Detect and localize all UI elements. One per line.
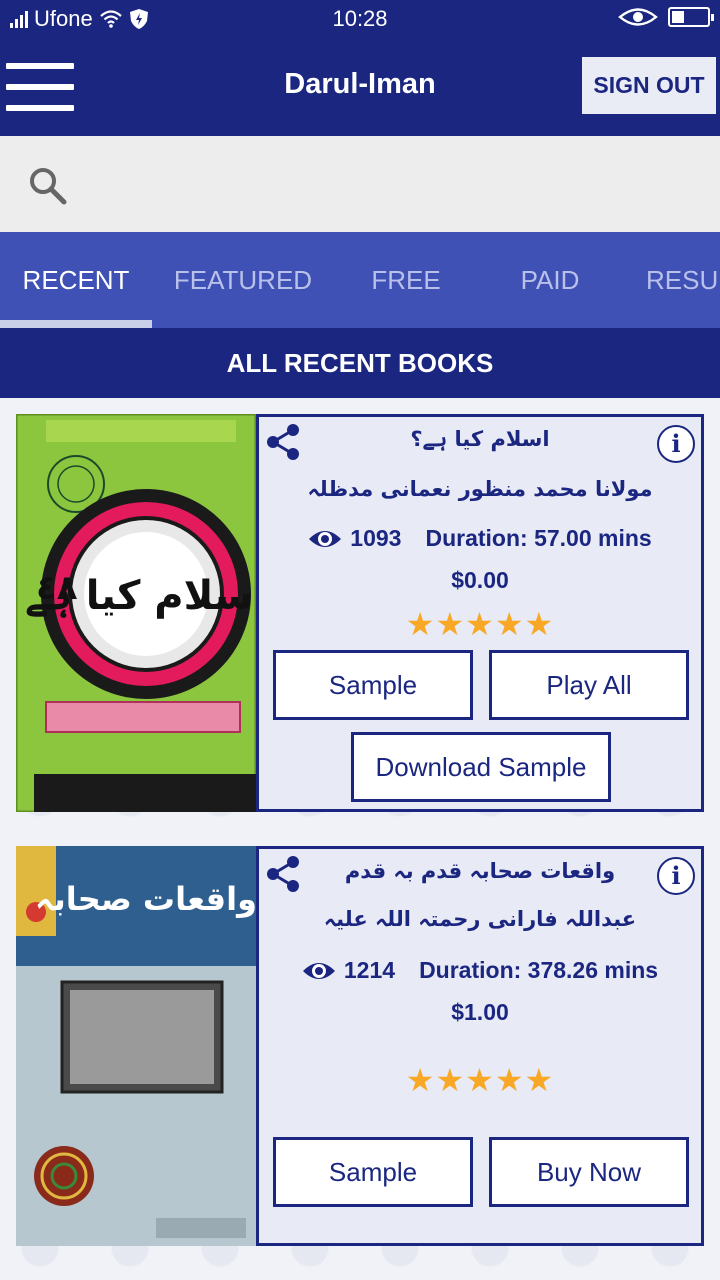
download-sample-button[interactable]: Download Sample <box>351 732 611 802</box>
tab-indicator <box>0 320 152 328</box>
sign-out-button[interactable]: SIGN OUT <box>582 57 716 114</box>
book-info: i واقعات صحابہ قدم بہ قدم عبداللہ فارانی… <box>256 846 704 1246</box>
tab-results[interactable]: RESULTS <box>622 232 720 328</box>
book-stats: 1093 Duration: 57.00 mins <box>259 525 701 552</box>
eye-icon <box>618 8 658 26</box>
book-title: واقعات صحابہ قدم بہ قدم <box>344 859 616 883</box>
tab-paid[interactable]: PAID <box>478 232 622 328</box>
battery-icon <box>668 7 714 27</box>
views-icon <box>309 530 342 547</box>
search-input[interactable] <box>80 156 700 212</box>
book-title: اسلام کیا ہے؟ <box>410 427 550 451</box>
book-cover[interactable]: اسلام کیا ہے ٤٨ <box>14 412 267 814</box>
duration-label: Duration: 57.00 mins <box>425 525 652 551</box>
svg-text:٤٨: ٤٨ <box>36 568 78 608</box>
book-card: اسلام کیا ہے ٤٨ i اسلام کیا ہے؟ مولانا م… <box>14 412 704 814</box>
book-info: i اسلام کیا ہے؟ مولانا محمد منظور نعمانی… <box>256 414 704 812</box>
views-count: 1093 <box>350 525 402 551</box>
book-author: عبداللہ فارانی رحمتہ اللہ علیہ <box>323 907 637 931</box>
cover-title: واقعات صحابہ <box>35 880 256 918</box>
search-icon[interactable] <box>28 166 68 206</box>
menu-icon[interactable] <box>6 63 76 111</box>
tab-bar: RECENT FEATURED FREE PAID RESULTS <box>0 232 720 328</box>
sample-button[interactable]: Sample <box>273 650 473 720</box>
book-author: مولانا محمد منظور نعمانی مدظلہ <box>307 477 653 501</box>
tab-free[interactable]: FREE <box>334 232 478 328</box>
book-cover[interactable]: واقعات صحابہ <box>16 846 257 1246</box>
book-price: $1.00 <box>451 999 509 1025</box>
status-time: 10:28 <box>332 6 388 31</box>
book-cover-image: اسلام کیا ہے ٤٨ <box>14 412 267 814</box>
section-title: ALL RECENT BOOKS <box>0 328 720 398</box>
status-bar: Ufone 10:28 <box>0 0 720 38</box>
book-price: $0.00 <box>451 567 509 593</box>
book-list: اسلام کیا ہے ٤٨ i اسلام کیا ہے؟ مولانا م… <box>0 398 720 1280</box>
rating-stars: ★★★★★ <box>405 1062 555 1098</box>
book-stats: 1214 Duration: 378.26 mins <box>259 957 701 984</box>
app-bar: Darul-Iman SIGN OUT <box>0 38 720 136</box>
status-right <box>618 6 714 28</box>
sample-button[interactable]: Sample <box>273 1137 473 1207</box>
tab-recent[interactable]: RECENT <box>0 232 152 328</box>
play-all-button[interactable]: Play All <box>489 650 689 720</box>
tab-featured[interactable]: FEATURED <box>152 232 334 328</box>
buy-now-button[interactable]: Buy Now <box>489 1137 689 1207</box>
views-icon <box>302 962 335 979</box>
book-card: واقعات صحابہ i واقعات صحابہ قدم بہ قدم ع… <box>16 846 704 1246</box>
search-bar <box>0 136 720 232</box>
views-count: 1214 <box>343 957 396 983</box>
book-cover-image: واقعات صحابہ <box>16 846 257 1246</box>
rating-stars: ★★★★★ <box>405 606 555 642</box>
duration-label: Duration: 378.26 mins <box>419 957 659 983</box>
